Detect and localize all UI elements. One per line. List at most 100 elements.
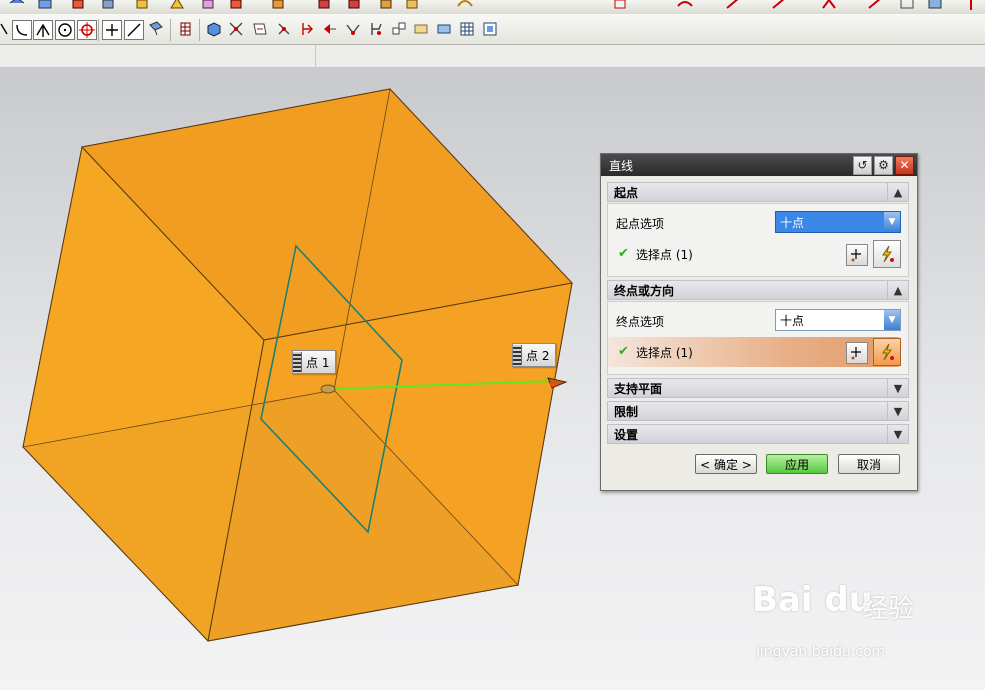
start-option-value: 十点 xyxy=(780,215,805,230)
measure-icon[interactable] xyxy=(676,0,694,12)
grip-icon xyxy=(513,345,522,365)
point-1-label[interactable]: 点 1 xyxy=(292,350,337,374)
line-tool-icon[interactable] xyxy=(724,0,742,12)
point-2-dot xyxy=(550,381,556,387)
check-icon: ✔ xyxy=(618,344,629,359)
curve-icon[interactable] xyxy=(316,0,334,12)
ok-button[interactable]: < 确定 > xyxy=(695,454,757,474)
sketch-icon[interactable] xyxy=(70,0,88,12)
view-orient-icon[interactable] xyxy=(147,20,165,38)
point-1-text: 点 1 xyxy=(306,355,330,370)
line-tool-2-icon[interactable] xyxy=(770,0,788,12)
chevron-down-icon[interactable]: ▼ xyxy=(884,212,900,232)
status-strip xyxy=(0,45,985,68)
dialog-title: 直线 xyxy=(609,158,634,173)
feature-icon[interactable] xyxy=(200,0,218,12)
end-option-value: 十点 xyxy=(780,313,805,328)
shade-icon[interactable] xyxy=(168,0,186,12)
scale-icon[interactable] xyxy=(298,20,316,38)
section-settings-header[interactable]: 设置 ▼ xyxy=(607,424,909,444)
section-end-body: 终点选项 十点 ▼ ✔ 选择点 (1) xyxy=(607,301,909,375)
inferred-point-icon[interactable] xyxy=(873,240,901,268)
frame-icon[interactable] xyxy=(898,0,916,12)
point-dialog-icon[interactable] xyxy=(846,342,868,364)
grip-icon xyxy=(293,352,302,372)
transform-icon[interactable] xyxy=(227,20,245,38)
block-icon[interactable] xyxy=(926,0,944,12)
watermark-url: jingyan.baidu.com xyxy=(756,644,886,660)
dialog-titlebar[interactable]: 直线 ↺ ⚙ ✕ xyxy=(601,154,917,176)
main-toolbar xyxy=(0,0,985,15)
plane-icon[interactable] xyxy=(612,0,630,12)
start-select-point-label[interactable]: 选择点 (1) xyxy=(636,246,693,263)
point-2-label[interactable]: 点 2 xyxy=(512,343,557,367)
section-support-plane-title: 支持平面 xyxy=(614,381,663,396)
section-end-header[interactable]: 终点或方向 ▲ xyxy=(607,280,909,300)
table-icon[interactable] xyxy=(458,20,476,38)
crosshair-icon[interactable] xyxy=(77,20,97,40)
point-1-marker xyxy=(320,384,336,394)
section-end-title: 终点或方向 xyxy=(614,283,675,298)
move-icon[interactable] xyxy=(251,20,269,38)
extrude-icon[interactable] xyxy=(100,0,118,12)
corner-icon[interactable] xyxy=(820,0,838,12)
end-option-label: 终点选项 xyxy=(616,315,665,329)
arc-icon[interactable] xyxy=(404,0,422,12)
layer-icon[interactable] xyxy=(36,0,54,12)
section-start-body: 起点选项 十点 ▼ ✔ 选择点 (1) xyxy=(607,203,909,277)
arc-curve-icon[interactable] xyxy=(12,20,32,40)
offset-icon[interactable] xyxy=(378,0,396,12)
view-icon[interactable] xyxy=(8,0,26,12)
circle-icon[interactable] xyxy=(55,20,75,40)
section-start-title: 起点 xyxy=(614,185,639,200)
point-2-text: 点 2 xyxy=(526,348,550,363)
cancel-button[interactable]: 取消 xyxy=(838,454,900,474)
chevron-up-icon[interactable]: ▲ xyxy=(887,281,908,299)
revolve-icon[interactable] xyxy=(134,0,152,12)
check-icon: ✔ xyxy=(618,246,629,261)
grid-icon[interactable] xyxy=(177,20,195,38)
chevron-down-icon[interactable]: ▼ xyxy=(884,310,900,330)
inferred-point-icon[interactable] xyxy=(873,338,901,366)
spline-icon[interactable] xyxy=(346,0,364,12)
section-limits-title: 限制 xyxy=(614,404,639,419)
sheet-icon[interactable] xyxy=(412,20,430,38)
close-icon[interactable]: ✕ xyxy=(895,155,914,175)
surface-icon[interactable] xyxy=(367,20,385,38)
trim-icon[interactable] xyxy=(270,0,288,12)
chevron-down-icon[interactable]: ▼ xyxy=(887,379,908,397)
edit-icon[interactable] xyxy=(228,0,246,12)
watermark-name: 经验 xyxy=(862,594,915,624)
dimension-icon[interactable] xyxy=(344,20,362,38)
gear-icon[interactable]: ⚙ xyxy=(874,155,893,175)
section-start-header[interactable]: 起点 ▲ xyxy=(607,182,909,202)
line-dialog: 直线 ↺ ⚙ ✕ 起点 ▲ 起点选项 十点 ▼ ✔ 选择点 (1) 终点或方向 … xyxy=(600,153,918,491)
start-option-label: 起点选项 xyxy=(616,217,665,231)
baidu-watermark: Bai du 经验 jingyan.baidu.com xyxy=(752,580,932,670)
slope-icon[interactable] xyxy=(866,0,884,12)
end-option-select[interactable]: 十点 ▼ xyxy=(775,309,901,331)
chevron-down-icon[interactable]: ▼ xyxy=(887,425,908,443)
slash-icon[interactable] xyxy=(124,20,144,40)
mirror-icon[interactable] xyxy=(275,20,293,38)
window-icon[interactable] xyxy=(481,20,499,38)
reset-icon[interactable]: ↺ xyxy=(853,155,872,175)
plus-icon[interactable] xyxy=(102,20,122,40)
point-dialog-icon[interactable] xyxy=(846,244,868,266)
section-support-plane-header[interactable]: 支持平面 ▼ xyxy=(607,378,909,398)
intersect-icon[interactable] xyxy=(33,20,53,40)
watermark-logo: Bai du xyxy=(752,580,873,620)
apply-button[interactable]: 应用 xyxy=(766,454,828,474)
fill-icon[interactable] xyxy=(390,20,408,38)
cube-icon[interactable] xyxy=(205,20,223,38)
end-select-point-label[interactable]: 选择点 (1) xyxy=(636,344,693,361)
section-limits-header[interactable]: 限制 ▼ xyxy=(607,401,909,421)
start-option-select[interactable]: 十点 ▼ xyxy=(775,211,901,233)
pin-icon[interactable] xyxy=(962,0,980,12)
chevron-up-icon[interactable]: ▲ xyxy=(887,183,908,201)
curve-toolbar xyxy=(0,14,985,45)
point-icon[interactable] xyxy=(456,0,474,12)
sheet-2-icon[interactable] xyxy=(435,20,453,38)
chevron-down-icon[interactable]: ▼ xyxy=(887,402,908,420)
align-icon[interactable] xyxy=(321,20,339,38)
